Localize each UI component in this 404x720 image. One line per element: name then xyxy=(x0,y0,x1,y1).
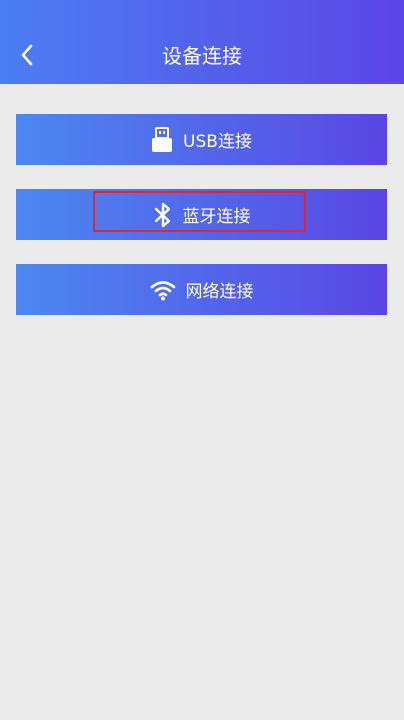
header-bar: 设备连接 xyxy=(0,0,404,84)
page-title: 设备连接 xyxy=(162,44,242,68)
usb-icon xyxy=(151,126,173,153)
network-connect-label: 网络连接 xyxy=(185,282,254,302)
bluetooth-icon xyxy=(153,202,173,228)
usb-connect-button[interactable]: USB连接 xyxy=(16,114,387,165)
network-connect-button[interactable]: 网络连接 xyxy=(16,264,387,315)
bluetooth-connect-button[interactable]: 蓝牙连接 xyxy=(16,189,387,240)
wifi-icon xyxy=(150,279,176,301)
usb-connect-label: USB连接 xyxy=(183,132,252,152)
bluetooth-connect-label: 蓝牙连接 xyxy=(182,207,251,227)
